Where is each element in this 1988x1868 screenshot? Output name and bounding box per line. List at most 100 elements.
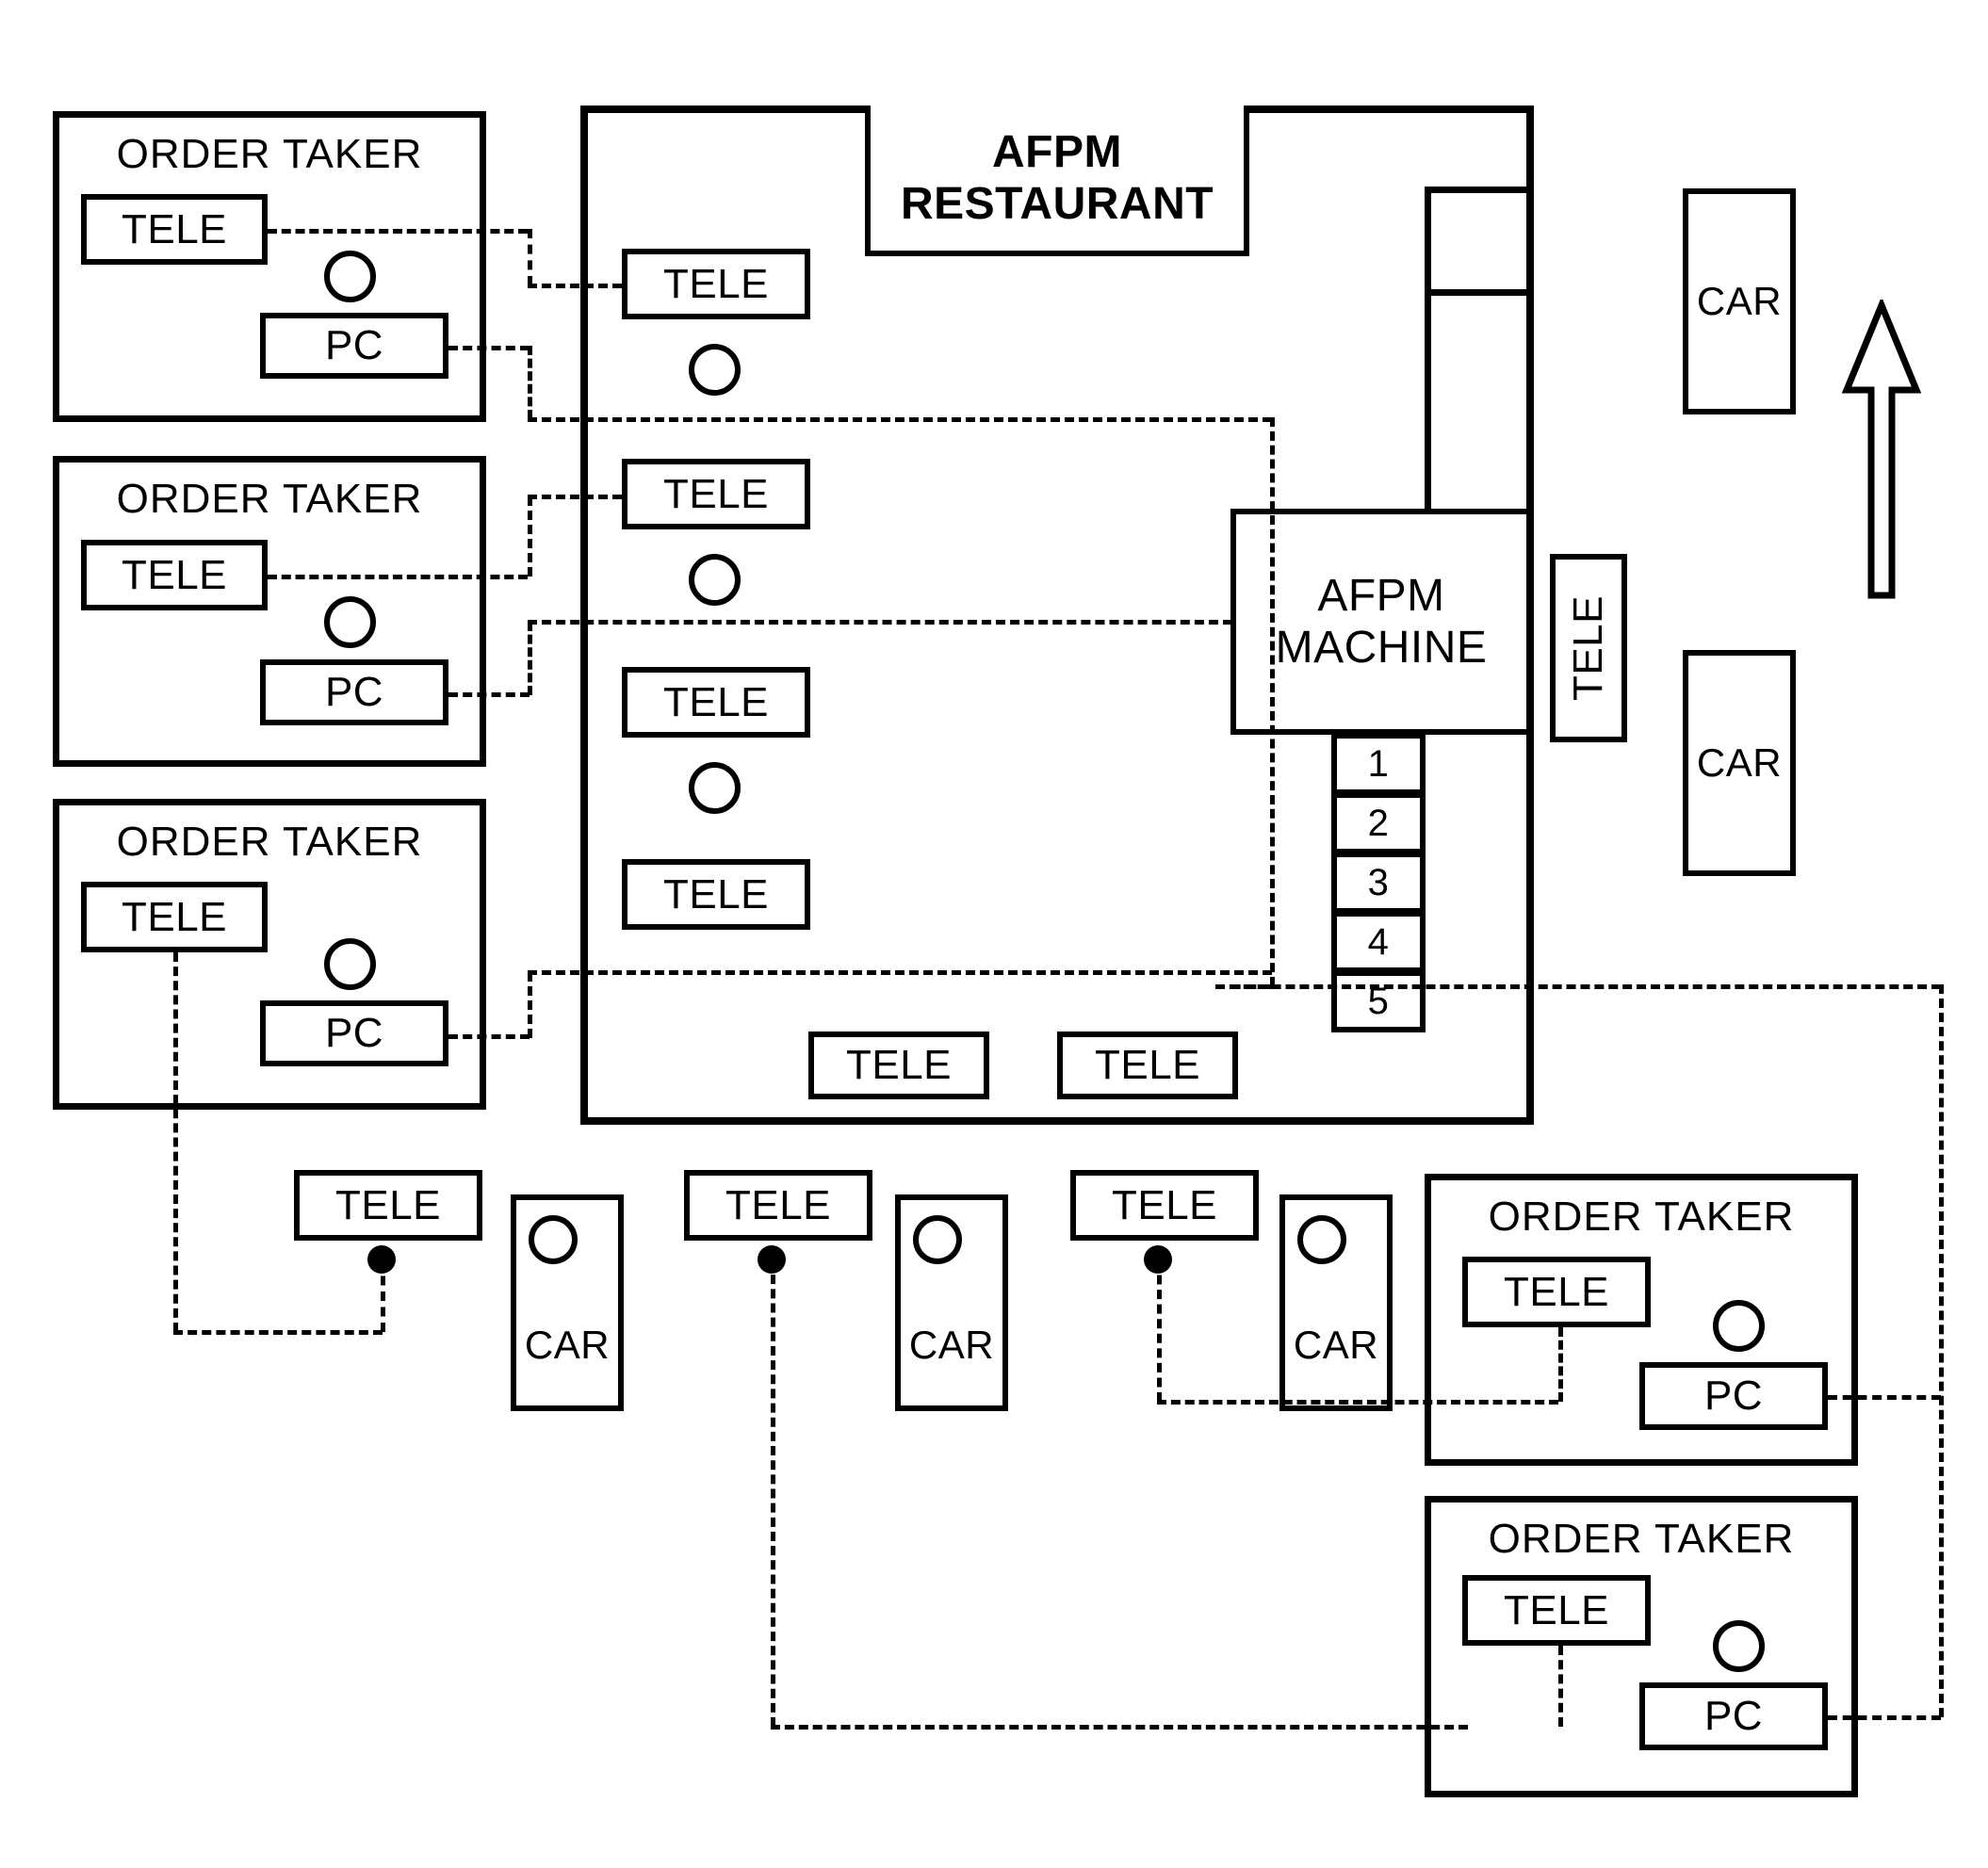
- curb-tele-1-label: TELE: [334, 1181, 442, 1228]
- afpm-machine-line1: AFPM: [1317, 571, 1445, 621]
- restaurant-counter-tele-4-label: TELE: [662, 870, 770, 918]
- link-ot1-tele-seg-h1: [268, 229, 528, 234]
- order-taker-1-pc[interactable]: PC: [260, 313, 448, 379]
- queue-slot-5: 5: [1331, 970, 1426, 1032]
- order-taker-5-pc[interactable]: PC: [1639, 1682, 1828, 1750]
- order-taker-1-pc-label: PC: [324, 322, 384, 368]
- right-trunk-vertical: [1939, 984, 1944, 1717]
- curb-tele-3[interactable]: TELE: [1070, 1170, 1259, 1241]
- queue-slot-2: 2: [1331, 792, 1426, 854]
- restaurant-counter-tele-2[interactable]: TELE: [622, 459, 810, 529]
- order-taker-4-pc-label: PC: [1703, 1373, 1764, 1419]
- link-ot2-pc-seg-v1: [528, 622, 532, 695]
- link-ot2-pc-seg-h1: [448, 692, 530, 697]
- order-taker-1-title: ORDER TAKER: [116, 131, 423, 177]
- order-taker-4-tele[interactable]: TELE: [1462, 1257, 1651, 1327]
- curb-tele-2[interactable]: TELE: [684, 1170, 872, 1241]
- queue-slot-4-label: 4: [1367, 920, 1390, 963]
- curb-car-3-label: CAR: [1293, 1323, 1379, 1367]
- service-channel-divider: [1425, 289, 1530, 296]
- link-ot3-tele-seg-v2: [381, 1260, 385, 1332]
- queue-slot-1: 1: [1331, 733, 1426, 795]
- link-ot1-pc-seg-h2: [528, 417, 1272, 422]
- restaurant-counter-tele-3[interactable]: TELE: [622, 667, 810, 738]
- lot-car-1: CAR: [1683, 188, 1796, 414]
- curb-tele-3-label: TELE: [1111, 1181, 1218, 1228]
- link-ot1-pc-seg-h1: [448, 346, 530, 350]
- order-taker-2-pc[interactable]: PC: [260, 659, 448, 725]
- link-ot3-tele-seg-h1: [173, 1330, 383, 1335]
- order-taker-1-tele[interactable]: TELE: [81, 194, 268, 265]
- traffic-arrow-icon: [1841, 300, 1922, 599]
- order-taker-3-pc-label: PC: [324, 1010, 384, 1056]
- queue-slot-4: 4: [1331, 911, 1426, 973]
- order-taker-5-pc-label: PC: [1703, 1693, 1764, 1739]
- link-ot3-pc-seg-v1: [528, 972, 532, 1038]
- restaurant-name-line2: RESTAURANT: [900, 179, 1214, 229]
- link-ot1-tele-seg-v1: [528, 229, 532, 285]
- restaurant-counter-tele-3-label: TELE: [662, 678, 770, 725]
- order-taker-4-tele-label: TELE: [1503, 1268, 1610, 1315]
- order-taker-2-tele[interactable]: TELE: [81, 540, 268, 610]
- order-taker-2-title: ORDER TAKER: [116, 476, 423, 522]
- link-curb2-seg-v2: [1558, 1646, 1563, 1727]
- curb-car-1-driver: [529, 1215, 578, 1264]
- right-trunk-top-horizontal: [1215, 984, 1941, 989]
- order-taker-5-tele[interactable]: TELE: [1462, 1575, 1651, 1646]
- restaurant-nameplate: AFPM RESTAURANT: [865, 106, 1249, 256]
- order-taker-5-person: [1713, 1620, 1765, 1672]
- link-curb3-seg-v1: [1157, 1260, 1162, 1402]
- order-taker-2-pc-label: PC: [324, 669, 384, 715]
- curb-car-3-driver: [1297, 1215, 1346, 1264]
- link-ot2-tele-seg-h1: [268, 575, 528, 579]
- curb-car-1-label: CAR: [524, 1323, 611, 1367]
- order-taker-4-pc[interactable]: PC: [1639, 1362, 1828, 1430]
- restaurant-counter-tele-4[interactable]: TELE: [622, 859, 810, 930]
- restaurant-counter-person-1: [689, 344, 741, 396]
- drive-thru-tele[interactable]: TELE: [1550, 554, 1627, 742]
- afpm-machine[interactable]: AFPM MACHINE: [1230, 509, 1532, 735]
- order-taker-3-tele[interactable]: TELE: [81, 882, 268, 952]
- link-ot2-tele-seg-v1: [528, 496, 532, 577]
- link-ot4-pc-seg-h1: [1828, 1395, 1941, 1400]
- restaurant-counter-person-2: [689, 554, 741, 606]
- restaurant-bottom-tele-2[interactable]: TELE: [1057, 1031, 1238, 1099]
- curb-car-2-label: CAR: [908, 1323, 995, 1367]
- order-taker-5-title: ORDER TAKER: [1488, 1516, 1795, 1562]
- order-taker-5-tele-label: TELE: [1503, 1586, 1610, 1633]
- link-curb3-seg-v2: [1558, 1327, 1563, 1402]
- link-ot1-tele-seg-h2: [528, 284, 622, 288]
- link-ot1-pc-seg-v2: [1270, 417, 1275, 986]
- curb-tele-1[interactable]: TELE: [294, 1170, 482, 1241]
- restaurant-counter-tele-2-label: TELE: [662, 470, 770, 517]
- link-ot3-pc-seg-h1: [448, 1034, 530, 1039]
- order-taker-4-title: ORDER TAKER: [1488, 1194, 1795, 1240]
- order-taker-1-tele-label: TELE: [121, 205, 228, 252]
- link-ot2-tele-seg-h2: [528, 495, 622, 499]
- restaurant-bottom-tele-1[interactable]: TELE: [808, 1031, 989, 1099]
- order-taker-4-person: [1713, 1300, 1765, 1352]
- link-ot3-tele-seg-v1: [173, 952, 178, 1332]
- link-ot2-pc-seg-h2: [528, 620, 1232, 625]
- lot-car-2: CAR: [1683, 650, 1796, 876]
- afpm-machine-line2: MACHINE: [1275, 623, 1488, 673]
- service-channel-top-wall: [1425, 187, 1530, 193]
- link-curb2-seg-v1: [771, 1260, 775, 1727]
- curb-car-2-driver: [913, 1215, 962, 1264]
- diagram-canvas: ORDER TAKER TELE PC ORDER TAKER TELE PC …: [0, 0, 1988, 1868]
- link-curb3-seg-h1: [1157, 1400, 1558, 1405]
- order-taker-2-person: [324, 596, 376, 648]
- order-taker-2-tele-label: TELE: [121, 551, 228, 598]
- lot-car-2-label: CAR: [1696, 740, 1783, 785]
- restaurant-counter-tele-1[interactable]: TELE: [622, 249, 810, 319]
- restaurant-counter-tele-1-label: TELE: [662, 260, 770, 307]
- link-ot5-pc-seg-h1: [1828, 1715, 1941, 1720]
- queue-slot-3-label: 3: [1367, 861, 1390, 903]
- order-taker-3-pc[interactable]: PC: [260, 1000, 448, 1066]
- restaurant-name-line1: AFPM: [992, 127, 1122, 177]
- restaurant-counter-person-3: [689, 762, 741, 814]
- queue-slot-1-label: 1: [1367, 742, 1390, 785]
- order-taker-3-tele-label: TELE: [121, 893, 228, 940]
- order-taker-3-title: ORDER TAKER: [116, 819, 423, 865]
- restaurant-bottom-tele-2-label: TELE: [1094, 1042, 1201, 1088]
